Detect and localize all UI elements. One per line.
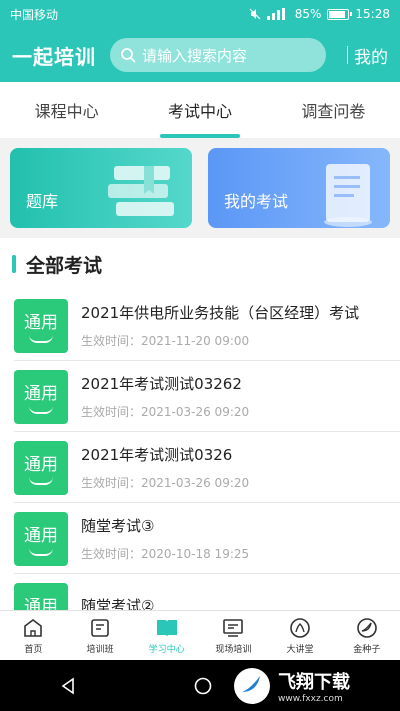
my-exams-card[interactable]: 我的考试 xyxy=(208,148,390,228)
tab-bar: 课程中心 考试中心 调查问卷 xyxy=(0,82,400,138)
question-bank-card[interactable]: 题库 xyxy=(10,148,192,228)
exam-time: 生效时间：2021-11-20 09:00 xyxy=(81,334,250,348)
exam-item[interactable]: 通用 随堂考试② xyxy=(0,574,400,610)
bottom-nav: 首页 培训班 学习中心 现场培训 大讲堂 金种子 xyxy=(0,610,400,660)
books-icon xyxy=(108,166,174,216)
watermark-text: 飞翔下载 xyxy=(278,672,350,693)
search-icon xyxy=(121,48,136,63)
nav-learning-center[interactable]: 学习中心 xyxy=(133,611,200,660)
general-badge: 通用 xyxy=(14,298,68,353)
smile-icon xyxy=(29,335,53,343)
nav-label: 现场培训 xyxy=(215,644,252,655)
watermark: 飞翔下载 www.fxxz.com xyxy=(232,664,392,708)
divider xyxy=(346,46,348,64)
battery-percent: 85% xyxy=(294,7,322,21)
nav-golden-seed[interactable]: 金种子 xyxy=(333,611,400,660)
question-bank-label: 题库 xyxy=(26,192,59,211)
screen-icon xyxy=(223,618,244,637)
nav-onsite-training[interactable]: 现场培训 xyxy=(200,611,267,660)
home-icon xyxy=(24,618,43,637)
search-input[interactable]: 请输入搜索内容 xyxy=(110,38,326,72)
class-icon xyxy=(91,618,109,637)
badge-label: 通用 xyxy=(24,526,58,546)
nav-label: 培训班 xyxy=(86,644,114,655)
app-bar: 一起培训 请输入搜索内容 我的 xyxy=(0,28,400,82)
section-header: 全部考试 xyxy=(0,238,400,290)
tab-exam-center[interactable]: 考试中心 xyxy=(133,82,266,138)
nav-label: 大讲堂 xyxy=(286,644,314,655)
nav-lecture-hall[interactable]: 大讲堂 xyxy=(267,611,334,660)
clock: 15:28 xyxy=(355,7,390,21)
tab-survey[interactable]: 调查问卷 xyxy=(267,82,400,138)
exam-time: 生效时间：2021-03-26 09:20 xyxy=(81,405,250,419)
signal-icon xyxy=(266,8,285,20)
scroll-document-icon xyxy=(324,164,372,227)
home-circle-icon[interactable] xyxy=(194,677,212,695)
section-title: 全部考试 xyxy=(26,254,103,277)
general-badge: 通用 xyxy=(14,582,68,610)
watermark-url: www.fxxz.com xyxy=(278,694,343,704)
exam-title: 随堂考试③ xyxy=(81,517,155,535)
section-accent xyxy=(12,255,16,273)
nav-label: 金种子 xyxy=(353,644,381,655)
mute-icon xyxy=(249,8,261,20)
badge-label: 通用 xyxy=(24,597,58,610)
exam-item[interactable]: 通用 2021年考试测试03262 生效时间：2021-03-26 09:20 xyxy=(0,361,400,432)
smile-icon xyxy=(29,548,53,556)
nav-label: 学习中心 xyxy=(148,644,185,655)
nav-training-class[interactable]: 培训班 xyxy=(67,611,134,660)
badge-label: 通用 xyxy=(24,455,58,475)
mine-label: 我的 xyxy=(354,47,388,68)
seed-icon xyxy=(356,617,377,638)
exam-title: 2021年考试测试03262 xyxy=(81,375,242,393)
smile-icon xyxy=(29,406,53,414)
back-icon[interactable] xyxy=(59,676,77,695)
general-badge: 通用 xyxy=(14,369,68,424)
exam-title: 随堂考试② xyxy=(81,596,155,611)
badge-label: 通用 xyxy=(24,313,58,333)
badge-label: 通用 xyxy=(24,384,58,404)
exam-title: 2021年供电所业务技能（台区经理）考试 xyxy=(81,304,360,322)
shortcut-cards: 题库 我的考试 xyxy=(0,138,400,238)
general-badge: 通用 xyxy=(14,440,68,495)
mine-button[interactable]: 我的 xyxy=(346,43,388,68)
watermark-logo-icon xyxy=(234,668,270,704)
search-placeholder: 请输入搜索内容 xyxy=(142,46,248,65)
exam-item[interactable]: 通用 2021年供电所业务技能（台区经理）考试 生效时间：2021-11-20 … xyxy=(0,290,400,361)
exam-time: 生效时间：2020-10-18 19:25 xyxy=(81,547,250,561)
nav-home[interactable]: 首页 xyxy=(0,611,67,660)
exam-title: 2021年考试测试0326 xyxy=(81,446,233,464)
exam-item[interactable]: 通用 随堂考试③ 生效时间：2020-10-18 19:25 xyxy=(0,503,400,574)
exam-list: 全部考试 通用 2021年供电所业务技能（台区经理）考试 生效时间：2021-1… xyxy=(0,238,400,610)
general-badge: 通用 xyxy=(14,511,68,566)
smile-icon xyxy=(29,477,53,485)
status-bar: 中国移动 85% 15:28 xyxy=(0,0,400,28)
exam-time: 生效时间：2021-03-26 09:20 xyxy=(81,476,250,490)
lecture-icon xyxy=(290,617,310,638)
tab-course-center[interactable]: 课程中心 xyxy=(0,82,133,138)
book-icon xyxy=(156,619,177,637)
battery-icon xyxy=(327,8,353,20)
app-title: 一起培训 xyxy=(12,44,96,69)
carrier: 中国移动 xyxy=(10,7,59,22)
nav-label: 首页 xyxy=(24,644,43,655)
exam-item[interactable]: 通用 2021年考试测试0326 生效时间：2021-03-26 09:20 xyxy=(0,432,400,503)
my-exams-label: 我的考试 xyxy=(224,192,289,211)
